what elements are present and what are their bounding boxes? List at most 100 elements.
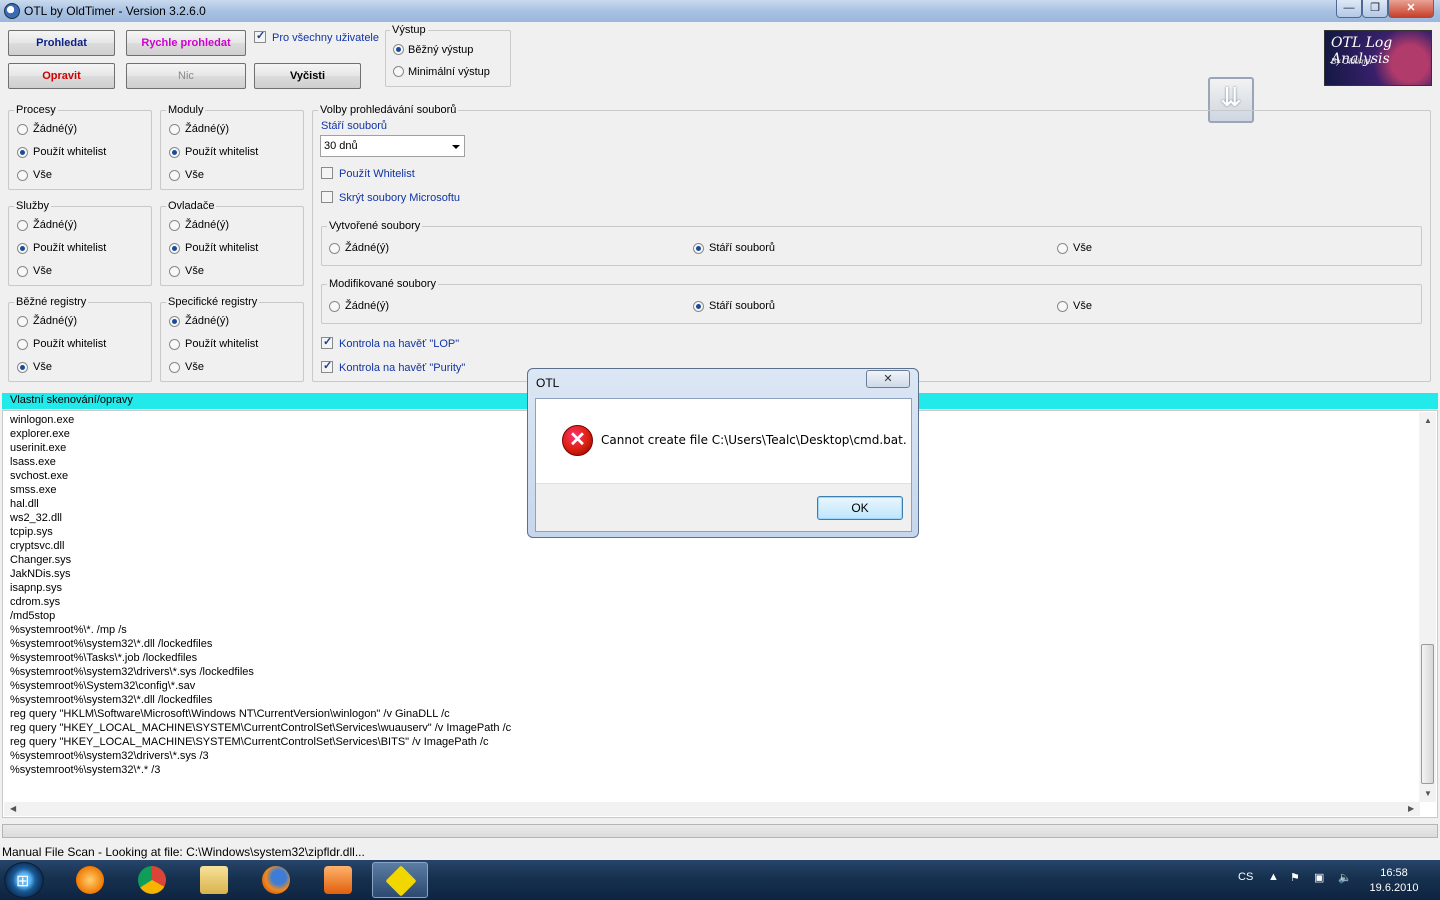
output-normal-radio[interactable] <box>393 44 404 55</box>
none-button[interactable]: Nic <box>126 63 246 89</box>
processes-none-radio[interactable] <box>17 124 28 135</box>
modules-all-radio[interactable] <box>169 170 180 181</box>
file-age-label: Stáří souborů <box>321 120 388 132</box>
common-registry-whitelist-radio[interactable] <box>17 339 28 350</box>
scan-button[interactable]: Prohledat <box>8 30 115 56</box>
modules-all-label: Vše <box>185 169 204 181</box>
hide-microsoft-checkbox[interactable] <box>321 191 333 203</box>
horizontal-scrollbar[interactable]: ◀ ▶ <box>4 802 1420 816</box>
vertical-scrollbar[interactable]: ▲ ▼ <box>1419 412 1436 802</box>
file-age-select[interactable]: 30 dnů <box>320 135 465 157</box>
volume-icon[interactable]: 🔈 <box>1338 871 1352 884</box>
modified-files-title: Modifikované soubory <box>327 278 439 290</box>
processes-whitelist-label: Použít whitelist <box>33 146 107 158</box>
taskbar-chrome[interactable] <box>124 862 180 898</box>
scan-line: isapnp.sys <box>10 582 62 594</box>
specific-registry-whitelist-label: Použít whitelist <box>185 338 259 350</box>
taskbar-explorer[interactable] <box>186 862 242 898</box>
network-icon[interactable]: ▣ <box>1314 871 1324 884</box>
chevron-down-icon <box>452 145 460 149</box>
taskbar-clock[interactable]: 16:58 19.6.2010 <box>1366 866 1422 896</box>
created-all-radio[interactable] <box>1057 243 1068 254</box>
scan-line: /md5stop <box>10 610 56 622</box>
specific-registry-group-title: Specifické registry <box>166 296 260 308</box>
specific-registry-all-radio[interactable] <box>169 362 180 373</box>
drivers-all-radio[interactable] <box>169 266 180 277</box>
created-age-radio[interactable] <box>693 243 704 254</box>
minimize-button[interactable]: — <box>1336 0 1362 18</box>
modified-all-radio[interactable] <box>1057 301 1068 312</box>
lop-checkbox[interactable] <box>321 335 333 349</box>
hide-microsoft-label: Skrýt soubory Microsoftu <box>339 192 461 204</box>
scan-line: reg query "HKLM\Software\Microsoft\Windo… <box>10 708 450 720</box>
created-files-group <box>321 226 1422 266</box>
taskbar-otl[interactable] <box>372 862 428 898</box>
start-button[interactable]: ⊞ <box>4 862 44 898</box>
window-title: OTL by OldTimer - Version 3.2.6.0 <box>24 4 206 18</box>
otl-log-analysis-logo[interactable]: OTL Log Analysis By Oldtimer <box>1324 30 1432 86</box>
processes-all-label: Vše <box>33 169 52 181</box>
processes-whitelist-radio[interactable] <box>17 147 28 158</box>
services-none-radio[interactable] <box>17 220 28 231</box>
scan-line: %systemroot%\System32\config\*.sav <box>10 680 196 692</box>
action-center-flag-icon[interactable]: ⚑ <box>1290 871 1300 884</box>
specific-registry-whitelist-radio[interactable] <box>169 339 180 350</box>
maximize-button[interactable]: ❐ <box>1362 0 1388 18</box>
scan-line: svchost.exe <box>10 470 69 482</box>
scroll-down-icon[interactable]: ▼ <box>1424 789 1432 798</box>
dialog-body: ✕ Cannot create file C:\Users\Tealc\Desk… <box>535 398 912 532</box>
fix-button[interactable]: Opravit <box>8 63 115 89</box>
purity-checkbox[interactable] <box>321 359 333 373</box>
use-whitelist-checkbox[interactable] <box>321 167 333 179</box>
modules-whitelist-radio[interactable] <box>169 147 180 158</box>
scan-line: userinit.exe <box>10 442 67 454</box>
common-registry-all-radio[interactable] <box>17 362 28 373</box>
scrollbar-thumb[interactable] <box>1421 644 1434 784</box>
quick-scan-button[interactable]: Rychle prohledat <box>126 30 246 56</box>
windows-logo-icon: ⊞ <box>16 873 30 890</box>
created-none-label: Žádné(ý) <box>345 242 390 254</box>
drivers-whitelist-radio[interactable] <box>169 243 180 254</box>
show-hidden-icons-icon[interactable]: ▲ <box>1268 871 1279 883</box>
taskbar-firefox[interactable] <box>248 862 304 898</box>
services-all-radio[interactable] <box>17 266 28 277</box>
close-button[interactable]: ✕ <box>1388 0 1434 18</box>
ok-button[interactable]: OK <box>817 496 903 520</box>
dialog-close-button[interactable]: ✕ <box>866 370 910 388</box>
taskbar-app-1[interactable] <box>62 862 118 898</box>
drivers-none-radio[interactable] <box>169 220 180 231</box>
created-none-radio[interactable] <box>329 243 340 254</box>
modified-files-group <box>321 284 1422 324</box>
processes-group-title: Procesy <box>14 104 58 116</box>
scan-line: reg query "HKEY_LOCAL_MACHINE\SYSTEM\Cur… <box>10 736 489 748</box>
dialog-title: OTL <box>536 376 560 390</box>
dialog-footer: OK <box>536 483 911 531</box>
scroll-left-icon[interactable]: ◀ <box>10 804 16 813</box>
scan-line: tcpip.sys <box>10 526 53 538</box>
common-registry-group-title: Běžné registry <box>14 296 89 308</box>
taskbar-mail[interactable] <box>310 862 366 898</box>
scan-line: cryptsvc.dll <box>10 540 65 552</box>
modified-none-label: Žádné(ý) <box>345 300 390 312</box>
modules-none-radio[interactable] <box>169 124 180 135</box>
status-bar-text: Manual File Scan - Looking at file: C:\W… <box>2 845 365 859</box>
clock-time: 16:58 <box>1380 867 1408 879</box>
scroll-up-icon[interactable]: ▲ <box>1424 416 1432 425</box>
output-minimal-radio[interactable] <box>393 66 404 77</box>
services-whitelist-radio[interactable] <box>17 243 28 254</box>
output-normal-label: Běžný výstup <box>408 44 474 56</box>
scan-line: reg query "HKEY_LOCAL_MACHINE\SYSTEM\Cur… <box>10 722 512 734</box>
scroll-right-icon[interactable]: ▶ <box>1408 804 1414 813</box>
language-indicator[interactable]: CS <box>1238 871 1253 883</box>
modified-age-radio[interactable] <box>693 301 704 312</box>
modified-none-radio[interactable] <box>329 301 340 312</box>
processes-all-radio[interactable] <box>17 170 28 181</box>
output-minimal-label: Minimální výstup <box>408 66 490 78</box>
scan-line: %systemroot%\Tasks\*.job /lockedfiles <box>10 652 198 664</box>
all-users-checkbox[interactable] <box>254 29 266 43</box>
common-registry-none-radio[interactable] <box>17 316 28 327</box>
services-group-title: Služby <box>14 200 52 212</box>
clean-button[interactable]: Vyčisti <box>254 63 361 89</box>
scan-line: hal.dll <box>10 498 39 510</box>
specific-registry-none-radio[interactable] <box>169 316 180 327</box>
